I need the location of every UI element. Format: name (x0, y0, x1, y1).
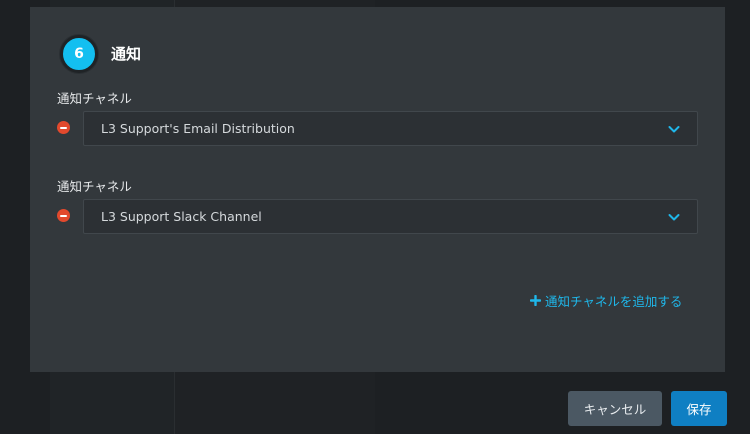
channel-1-select[interactable]: L3 Support's Email Distribution (83, 111, 698, 146)
chevron-down-icon (668, 214, 680, 221)
channel-2-value: L3 Support Slack Channel (101, 209, 262, 224)
save-button[interactable]: 保存 (671, 391, 727, 426)
remove-channel-1-icon[interactable] (57, 121, 70, 134)
add-channel-label: 通知チャネルを追加する (545, 294, 683, 309)
chevron-down-icon (668, 126, 680, 133)
channel-2-label: 通知チャネル (57, 179, 132, 194)
channel-1-label: 通知チャネル (57, 91, 132, 106)
section-title: 通知 (111, 45, 142, 63)
cancel-button[interactable]: キャンセル (568, 391, 662, 426)
remove-channel-2-icon[interactable] (57, 209, 70, 222)
channel-1-value: L3 Support's Email Distribution (101, 121, 295, 136)
channel-2-select[interactable]: L3 Support Slack Channel (83, 199, 698, 234)
add-channel-link[interactable]: 通知チャネルを追加する (530, 291, 682, 310)
plus-icon (530, 295, 541, 306)
step-number-badge: 6 (60, 35, 98, 73)
